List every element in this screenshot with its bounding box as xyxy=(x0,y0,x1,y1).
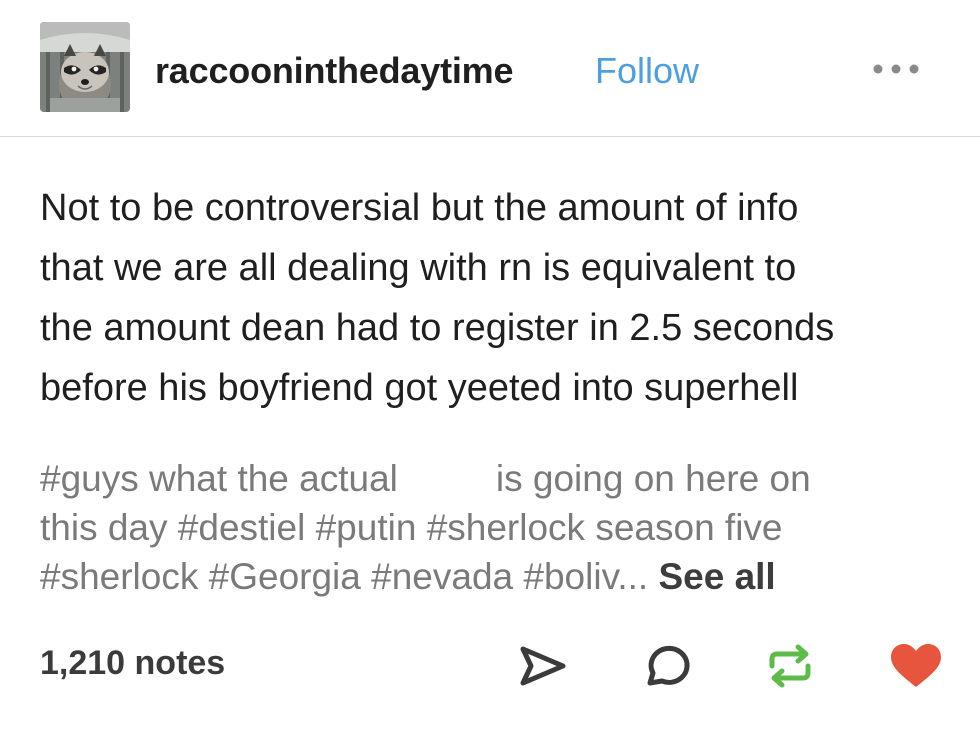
share-icon[interactable] xyxy=(515,640,571,692)
notes-count[interactable]: 1,210 notes xyxy=(40,644,225,683)
tag[interactable]: #sherlock xyxy=(40,556,198,597)
post-body-line: Not to be controversial but the amount o… xyxy=(40,187,799,229)
tag[interactable]: #putin xyxy=(316,507,417,548)
tag-continuation[interactable]: this day xyxy=(40,507,168,548)
post-body: Not to be controversial but the amount o… xyxy=(40,178,960,418)
follow-button[interactable]: Follow xyxy=(595,50,699,92)
tag[interactable]: #Georgia xyxy=(209,556,361,597)
post-tags: #guys what the actual is going on here on… xyxy=(40,454,960,601)
username[interactable]: raccooninthedaytime xyxy=(155,50,513,92)
heart-icon[interactable] xyxy=(888,640,944,692)
reply-icon[interactable] xyxy=(638,640,694,692)
tag[interactable]: #nevada xyxy=(371,556,513,597)
reblog-icon[interactable] xyxy=(762,640,818,692)
post-header: raccooninthedaytime Follow xyxy=(0,0,980,137)
post-body-line: the amount dean had to register in 2.5 s… xyxy=(40,307,835,349)
post-body-line: before his boyfriend got yeeted into sup… xyxy=(40,367,799,409)
tag[interactable]: #destiel xyxy=(178,507,306,548)
tag-continuation[interactable]: is going on here on xyxy=(496,458,811,499)
raccoon-avatar-image xyxy=(40,22,130,112)
tags-line-1: #guys what the actual is going on here on xyxy=(40,454,960,503)
tag[interactable]: #sherlock season five xyxy=(427,507,783,548)
tag[interactable]: #guys what the actual xyxy=(40,458,398,499)
post-body-line: that we are all dealing with rn is equiv… xyxy=(40,247,797,289)
tag[interactable]: #boliv... xyxy=(523,556,648,597)
more-options-icon[interactable] xyxy=(868,58,924,80)
tags-line-3: #sherlock #Georgia #nevada #boliv... See… xyxy=(40,552,960,601)
tags-line-2: this day #destiel #putin #sherlock seaso… xyxy=(40,503,960,552)
avatar[interactable] xyxy=(40,22,130,112)
see-all-tags-link[interactable]: See all xyxy=(658,556,775,597)
